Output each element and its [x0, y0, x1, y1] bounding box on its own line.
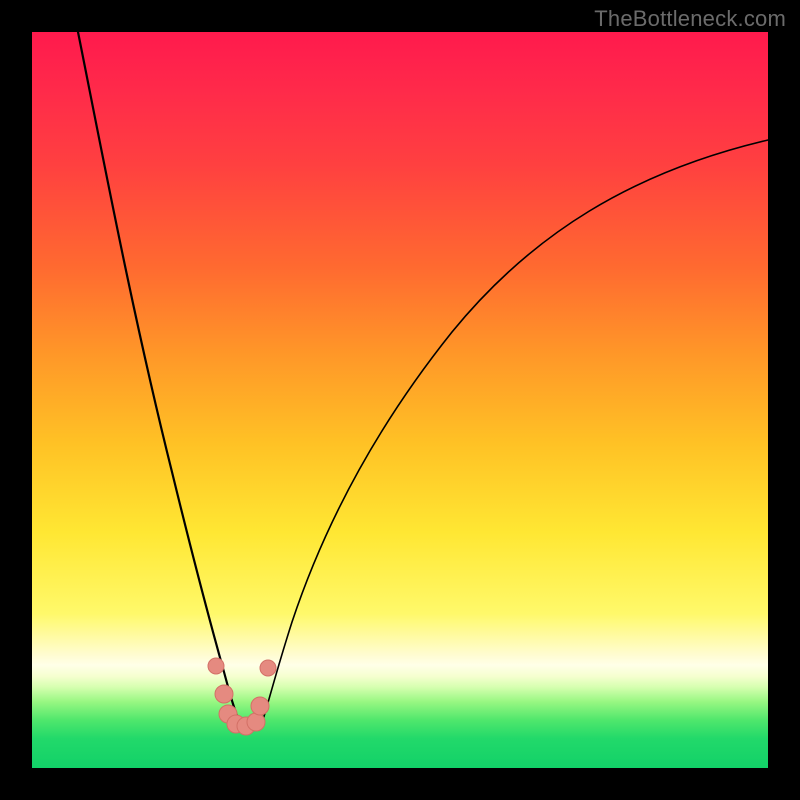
curve-layer: [32, 32, 768, 768]
valley-marker: [215, 685, 233, 703]
watermark-text: TheBottleneck.com: [594, 6, 786, 32]
plot-area: [32, 32, 768, 768]
right-curve: [262, 140, 768, 723]
chart-frame: TheBottleneck.com: [0, 0, 800, 800]
left-curve: [78, 32, 240, 723]
valley-marker: [208, 658, 224, 674]
valley-marker: [247, 713, 265, 731]
valley-marker: [251, 697, 269, 715]
valley-marker: [260, 660, 276, 676]
